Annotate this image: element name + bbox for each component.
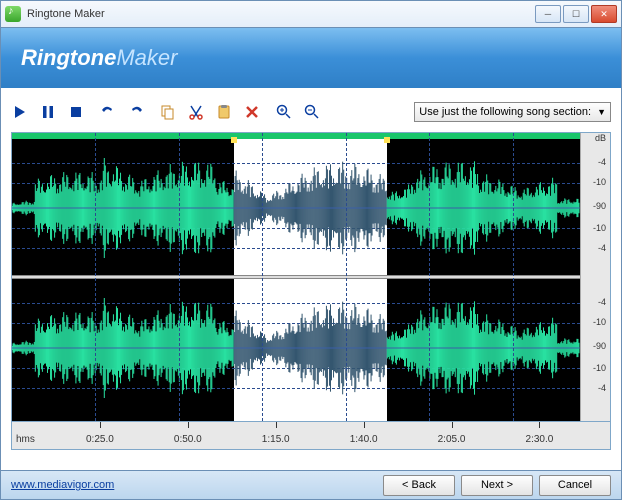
db-scale: dB -4 -10 -90 -10 -4 -4 -10 -90 -10 -4: [580, 133, 610, 421]
app-header: RingtoneMaker: [0, 28, 622, 88]
db-tick-label: -4: [598, 157, 606, 167]
section-dropdown-label: Use just the following song section:: [419, 106, 591, 118]
cancel-button[interactable]: Cancel: [539, 475, 611, 496]
db-tick-label: -4: [598, 383, 606, 393]
zoom-in-icon[interactable]: [275, 103, 293, 121]
gridline: [429, 133, 430, 421]
toolbar: Use just the following song section: ▼: [11, 100, 611, 124]
time-tick-label: 0:50.0: [174, 434, 202, 445]
close-button[interactable]: ✕: [591, 5, 617, 23]
vendor-link[interactable]: www.mediavigor.com: [11, 479, 114, 491]
gridline: [262, 133, 263, 421]
stop-icon[interactable]: [67, 103, 85, 121]
gridline: [95, 133, 96, 421]
time-tick-label: 2:30.0: [526, 434, 554, 445]
db-tick-label: -4: [598, 243, 606, 253]
db-tick-label: -90: [593, 341, 606, 351]
next-button[interactable]: Next >: [461, 475, 533, 496]
time-unit: hms: [16, 434, 35, 445]
gridline: [179, 133, 180, 421]
main-panel: Use just the following song section: ▼: [0, 88, 622, 470]
window-buttons: ─ ☐ ✕: [535, 5, 617, 23]
copy-icon[interactable]: [159, 103, 177, 121]
undo-icon[interactable]: [99, 103, 117, 121]
time-tick-label: 1:40.0: [350, 434, 378, 445]
time-tick-label: 0:25.0: [86, 434, 114, 445]
redo-icon[interactable]: [127, 103, 145, 121]
section-dropdown[interactable]: Use just the following song section: ▼: [414, 102, 611, 122]
chevron-down-icon: ▼: [597, 107, 606, 117]
window-title: Ringtone Maker: [27, 8, 535, 20]
zoom-out-icon[interactable]: [303, 103, 321, 121]
db-label: dB: [595, 133, 606, 143]
header-title-part1: Ringtone: [21, 45, 116, 71]
cut-icon[interactable]: [187, 103, 205, 121]
db-tick-label: -10: [593, 223, 606, 233]
time-tick-label: 1:15.0: [262, 434, 290, 445]
time-axis: hms 0:25.0 0:50.0 1:15.0 1:40.0 2:05.0 2:30.0: [11, 422, 611, 450]
minimize-button[interactable]: ─: [535, 5, 561, 23]
delete-icon[interactable]: [243, 103, 261, 121]
db-tick-label: -90: [593, 201, 606, 211]
paste-icon[interactable]: [215, 103, 233, 121]
waveform-channel-left: [12, 143, 580, 273]
db-tick-label: -10: [593, 317, 606, 327]
pause-icon[interactable]: [39, 103, 57, 121]
waveform-area[interactable]: dB -4 -10 -90 -10 -4 -4 -10 -90 -10 -4: [11, 132, 611, 422]
waveform-canvas[interactable]: [12, 133, 580, 421]
gridline: [346, 133, 347, 421]
window-titlebar: Ringtone Maker ─ ☐ ✕: [0, 0, 622, 28]
back-button[interactable]: < Back: [383, 475, 455, 496]
maximize-button[interactable]: ☐: [563, 5, 589, 23]
time-tick-label: 2:05.0: [438, 434, 466, 445]
play-icon[interactable]: [11, 103, 29, 121]
db-tick-label: -10: [593, 177, 606, 187]
db-tick-label: -10: [593, 363, 606, 373]
header-title-part2: Maker: [116, 45, 177, 71]
app-icon: [5, 6, 21, 22]
gridline: [513, 133, 514, 421]
footer: www.mediavigor.com < Back Next > Cancel: [0, 470, 622, 500]
db-tick-label: -4: [598, 297, 606, 307]
waveform-channel-right: [12, 283, 580, 413]
channel-divider: [12, 275, 580, 279]
